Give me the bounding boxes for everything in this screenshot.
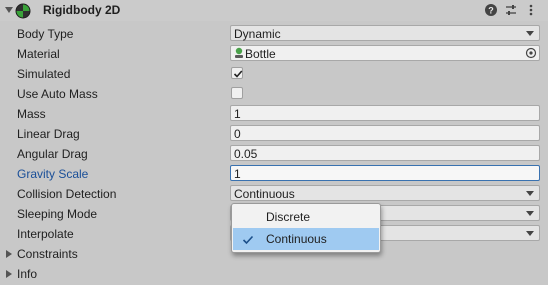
info-label: Info <box>17 267 38 281</box>
gravity-scale-value: 1 <box>234 167 241 181</box>
gravity-scale-input[interactable]: 1 <box>230 165 540 181</box>
simulated-label: Simulated <box>17 67 71 81</box>
gravity-scale-label: Gravity Scale <box>17 167 89 181</box>
chevron-down-icon <box>526 191 534 196</box>
linear-drag-label: Linear Drag <box>17 127 80 141</box>
body-type-value: Dynamic <box>234 27 281 41</box>
collision-detection-label: Collision Detection <box>17 187 117 201</box>
presets-icon[interactable] <box>504 3 518 17</box>
constraints-label: Constraints <box>17 247 78 261</box>
chevron-down-icon <box>526 211 534 216</box>
sleeping-mode-label: Sleeping Mode <box>17 207 98 221</box>
chevron-right-icon <box>6 270 12 278</box>
checkmark-icon <box>242 234 254 245</box>
use-auto-mass-checkbox[interactable] <box>231 87 243 99</box>
body-type-dropdown[interactable]: Dynamic <box>230 25 540 41</box>
menu-item-continuous[interactable]: Continuous <box>233 228 379 250</box>
material-object-field[interactable]: Bottle <box>230 45 540 61</box>
use-auto-mass-label: Use Auto Mass <box>17 87 98 101</box>
info-foldout[interactable]: Info <box>0 264 548 284</box>
collision-detection-value: Continuous <box>234 187 295 201</box>
rigidbody2d-icon[interactable] <box>15 3 31 19</box>
linear-drag-input[interactable]: 0 <box>230 125 540 141</box>
row-collision-detection: Collision Detection Continuous <box>0 184 548 204</box>
menu-item-label: Discrete <box>266 210 311 224</box>
material-label: Material <box>17 47 60 61</box>
svg-text:?: ? <box>488 6 494 16</box>
checkmark-icon <box>233 68 243 78</box>
foldout-arrow-icon[interactable] <box>5 7 13 13</box>
more-options-icon[interactable] <box>524 3 538 17</box>
linear-drag-value: 0 <box>234 127 241 141</box>
mass-input[interactable]: 1 <box>230 105 540 121</box>
row-material: Material Bottle <box>0 44 548 64</box>
row-use-auto-mass: Use Auto Mass <box>0 84 548 104</box>
component-title: Rigidbody 2D <box>43 3 121 17</box>
material-value: Bottle <box>245 47 276 61</box>
menu-item-discrete[interactable]: Discrete <box>233 206 379 228</box>
collision-detection-dropdown[interactable]: Continuous <box>230 185 540 201</box>
chevron-right-icon <box>6 250 12 258</box>
angular-drag-input[interactable]: 0.05 <box>230 145 540 161</box>
row-mass: Mass 1 <box>0 104 548 124</box>
row-simulated: Simulated <box>0 64 548 84</box>
angular-drag-value: 0.05 <box>234 147 258 161</box>
physics-material-icon <box>234 47 244 59</box>
mass-label: Mass <box>17 107 46 121</box>
row-angular-drag: Angular Drag 0.05 <box>0 144 548 164</box>
row-linear-drag: Linear Drag 0 <box>0 124 548 144</box>
collision-detection-menu: Discrete Continuous <box>231 203 381 253</box>
body-type-label: Body Type <box>17 27 74 41</box>
row-body-type: Body Type Dynamic <box>0 24 548 44</box>
chevron-down-icon <box>526 31 534 36</box>
menu-item-label: Continuous <box>266 232 327 246</box>
chevron-down-icon <box>526 231 534 236</box>
row-gravity-scale: Gravity Scale 1 <box>0 164 548 184</box>
object-picker-icon[interactable] <box>525 47 537 59</box>
angular-drag-label: Angular Drag <box>17 147 88 161</box>
simulated-checkbox[interactable] <box>231 67 243 79</box>
mass-value: 1 <box>234 107 241 121</box>
help-icon[interactable]: ? <box>484 3 498 17</box>
component-header: Rigidbody 2D ? <box>0 0 548 21</box>
interpolate-label: Interpolate <box>17 227 74 241</box>
